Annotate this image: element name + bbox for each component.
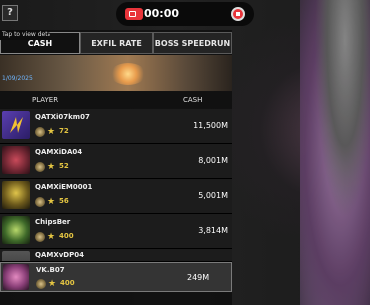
player-level: 72: [59, 127, 69, 135]
player-avatar: [2, 146, 30, 174]
table-row[interactable]: ChipsBer ★ 400 3,814M: [0, 214, 232, 249]
table-row[interactable]: QAMXvDP04: [0, 249, 232, 262]
table-header: PLAYER CASH: [0, 92, 232, 108]
player-avatar: [2, 111, 30, 139]
tab-exfil-rate[interactable]: EXFIL RATE: [80, 32, 153, 54]
table-row[interactable]: QATXi07km07 ★ 72 11,500M: [0, 109, 232, 144]
season-banner: 1/09/2025: [0, 55, 232, 91]
player-level: 56: [59, 197, 69, 205]
star-icon: ★: [47, 232, 56, 242]
player-level: 52: [59, 162, 69, 170]
player-avatar: [2, 216, 30, 244]
player-cash: 5,001M: [198, 191, 228, 200]
help-icon[interactable]: ?: [2, 5, 18, 21]
rank-icon: [35, 162, 45, 172]
player-name: QAMXiDA04: [35, 148, 83, 156]
table-row[interactable]: QAMXiDA04 ★ 52 8,001M: [0, 144, 232, 179]
player-name: QAMXvDP04: [35, 251, 84, 259]
player-cash: 11,500M: [193, 121, 228, 130]
player-name: QATXi07km07: [35, 113, 90, 121]
stop-recording-button[interactable]: [231, 7, 245, 21]
screen-recording-bar: 00:00: [116, 2, 254, 26]
video-camera-icon: [125, 8, 143, 20]
recording-timer: 00:00: [144, 7, 180, 20]
star-icon: ★: [47, 162, 56, 172]
rank-icon: [36, 279, 46, 289]
player-cash: 3,814M: [198, 226, 228, 235]
tab-boss-speedrun[interactable]: BOSS SPEEDRUN: [153, 32, 232, 54]
player-level: 400: [59, 232, 74, 240]
player-avatar: [2, 181, 30, 209]
rank-icon: [35, 127, 45, 137]
rank-icon: [35, 232, 45, 242]
player-name: ChipsBer: [35, 218, 71, 226]
player-name: VK.B07: [36, 266, 65, 274]
current-player-row[interactable]: VK.B07 ★ 400 249M: [0, 262, 232, 292]
player-avatar: [2, 251, 30, 261]
star-icon: ★: [47, 197, 56, 207]
table-row[interactable]: QAMXiEM0001 ★ 56 5,001M: [0, 179, 232, 214]
star-icon: ★: [48, 279, 57, 289]
player-name: QAMXiEM0001: [35, 183, 93, 191]
operator-character: [300, 0, 370, 305]
star-icon: ★: [47, 127, 56, 137]
season-date: 1/09/2025: [2, 75, 33, 82]
player-avatar: [3, 264, 29, 290]
help-tooltip: Tap to view details.: [0, 30, 50, 40]
player-level: 400: [60, 279, 75, 287]
player-cash: 249M: [187, 273, 210, 282]
cash-column-header: CASH: [183, 96, 203, 104]
rank-icon: [35, 197, 45, 207]
player-cash: 8,001M: [198, 156, 228, 165]
player-column-header: PLAYER: [32, 96, 59, 104]
